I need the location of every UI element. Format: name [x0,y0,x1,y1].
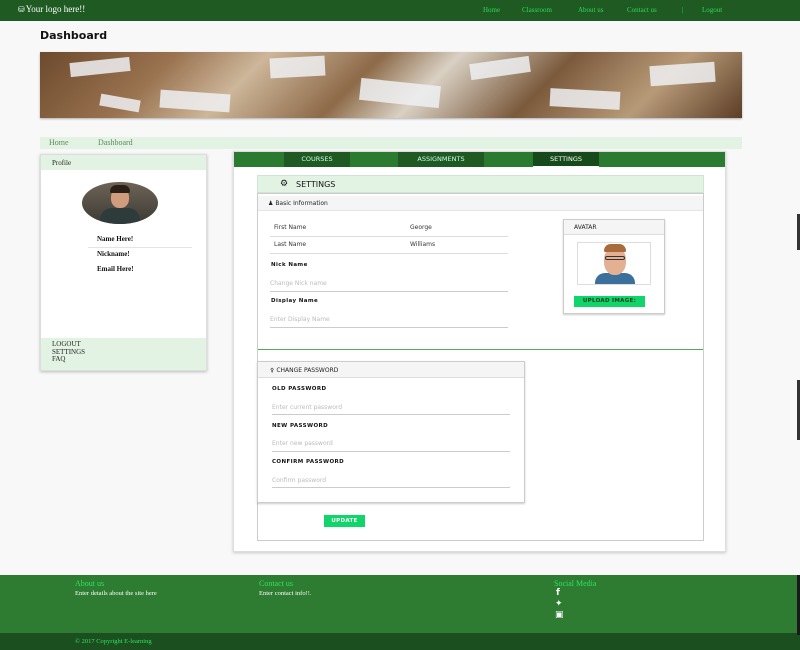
key-icon: ⚴ [270,367,275,374]
tab-assignments[interactable]: ASSIGNMENTS [398,152,484,167]
avatar [82,182,158,224]
breadcrumb: Home Dashboard [40,137,742,149]
profile-email: Email Here! [97,265,134,273]
top-navbar: ⛁Your logo here!! Home Classroom About u… [0,0,800,21]
input-underline [272,487,510,488]
contact-heading: Contact us [259,579,293,588]
cogs-icon: ⚙ [280,179,289,189]
divider [88,247,192,248]
first-name-value: George [410,224,432,231]
change-password-header: ⚴ CHANGE PASSWORD [258,362,524,378]
avatar-image [577,242,651,285]
input-underline [272,451,510,452]
input-underline [270,327,508,328]
input-underline [270,291,508,292]
basic-info-header: ♟ Basic Information [258,196,703,211]
contact-text: Enter contact info!!. [259,590,312,597]
tab-courses[interactable]: COURSES [284,152,350,167]
twitter-icon[interactable]: ✦ [555,599,563,609]
display-name-label: Display Name [271,298,319,304]
banner-image [40,52,742,118]
instagram-icon[interactable]: ▣ [555,610,564,620]
nav-home[interactable]: Home [483,6,500,14]
car-icon: ⛁ [18,5,25,14]
avatar-panel: AVATAR UPLOAD IMAGE: [563,219,665,314]
settings-title: SETTINGS [296,180,336,189]
nav-contact[interactable]: Contact us [627,6,657,14]
input-underline [272,414,510,415]
logo-text: Your logo here!! [25,4,86,14]
nick-name-label: Nick Name [271,262,308,268]
nick-name-input[interactable] [270,278,508,288]
update-button[interactable]: UPDATE [324,515,365,527]
settings-header: ⚙ SETTINGS [257,175,704,193]
nav-classroom[interactable]: Classroom [522,6,552,14]
avatar-heading: AVATAR [564,220,664,235]
copyright: © 2017 Copyright E-learning [0,633,800,650]
profile-heading: Profile [41,155,206,170]
faq-link[interactable]: FAQ [52,355,206,364]
user-icon: ♟ [268,200,274,207]
facebook-icon[interactable]: f [556,588,560,598]
footer: About us Enter details about the site he… [0,575,800,633]
new-password-input[interactable] [272,438,510,448]
change-password-title: CHANGE PASSWORD [276,367,339,374]
nav-separator: | [682,6,684,14]
confirm-password-label: CONFIRM PASSWORD [272,459,345,465]
first-name-label: First Name [274,224,307,231]
confirm-password-input[interactable] [272,475,510,485]
change-password-panel: ⚴ CHANGE PASSWORD OLD PASSWORD NEW PASSW… [257,361,525,503]
last-name-value: Williams [410,241,436,248]
basic-info-title: Basic Information [275,200,328,207]
nav-about[interactable]: About us [578,6,603,14]
tab-settings[interactable]: SETTINGS [533,152,599,167]
profile-links: LOGOUT SETTINGS FAQ [41,338,206,370]
display-name-input[interactable] [270,314,508,324]
row-divider [270,236,508,237]
profile-card: Profile Name Here! Nickname! Email Here!… [40,154,207,371]
breadcrumb-current: Dashboard [98,138,133,147]
about-heading: About us [75,579,105,588]
social-heading: Social Media [554,579,597,588]
last-name-label: Last Name [274,241,307,248]
profile-name: Name Here! [97,235,134,243]
about-text: Enter details about the site here [75,590,157,597]
upload-image-button[interactable]: UPLOAD IMAGE: [574,296,645,307]
tab-bar: COURSES ASSIGNMENTS SETTINGS [234,152,725,167]
old-password-label: OLD PASSWORD [272,386,327,392]
nav-logout[interactable]: Logout [702,6,722,14]
settings-link[interactable]: SETTINGS [52,348,206,357]
row-divider [270,253,508,254]
divider [258,349,703,350]
logo[interactable]: ⛁Your logo here!! [18,4,85,14]
profile-nickname: Nickname! [97,250,130,258]
page-title: Dashboard [40,29,108,42]
old-password-input[interactable] [272,402,510,412]
new-password-label: NEW PASSWORD [272,423,329,429]
breadcrumb-home[interactable]: Home [49,138,69,147]
